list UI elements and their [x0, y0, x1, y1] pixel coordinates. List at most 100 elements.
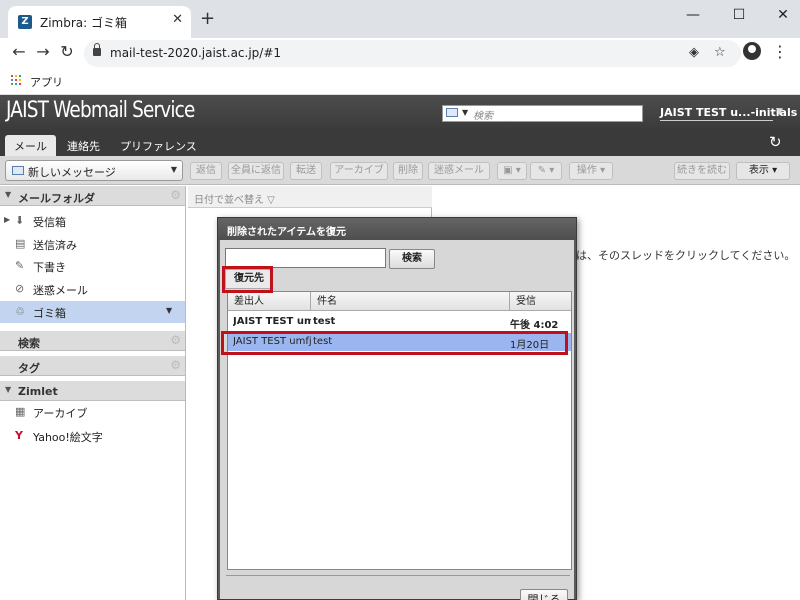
zimlet-label: アーカイブ [33, 407, 88, 420]
forward-button[interactable]: 転送 [290, 162, 322, 180]
tab-contacts[interactable]: 連絡先 [58, 135, 109, 156]
new-message-button[interactable]: 新しいメッセージ ▼ [5, 160, 183, 181]
close-window-button[interactable]: ✕ [768, 4, 798, 26]
browser-tab[interactable]: Z Zimbra: ゴミ箱 ✕ [8, 6, 191, 38]
tab-mail[interactable]: メール [5, 135, 56, 156]
forward-button[interactable]: → [33, 42, 53, 62]
tab-close-icon[interactable]: ✕ [172, 12, 183, 27]
minimize-button[interactable]: — [678, 4, 708, 26]
reply-all-button[interactable]: 全員に返信 [228, 162, 284, 180]
expand-icon[interactable]: ▶ [4, 215, 10, 224]
apps-grid-dot [11, 79, 13, 81]
actions-button[interactable]: 操作 ▾ [569, 162, 613, 180]
list-header: 差出人 件名 受信 [228, 292, 571, 311]
sort-bar[interactable]: 日付で並べ替え ▽ [188, 186, 432, 208]
dialog-title-bar[interactable]: 削除されたアイテムを復元 [218, 218, 576, 240]
move-folder-button[interactable]: ▣ ▾ [497, 162, 527, 180]
dialog-close-button[interactable]: 閉じる [520, 589, 568, 600]
zimlet-header[interactable]: ▼ Zimlet [0, 381, 185, 401]
bookmark-star-icon[interactable]: ☆ [714, 45, 726, 60]
gear-icon[interactable]: ⚙ [170, 358, 181, 372]
folder-dropdown-icon[interactable]: ▼ [166, 306, 172, 315]
folder-label: 迷惑メール [33, 284, 88, 297]
folder-sent[interactable]: ▤ 送信済み [0, 233, 185, 255]
app-tab-bar: メール 連絡先 プリファレンス ↻ [0, 131, 800, 156]
item-from: JAIST TEST umfj00 [233, 316, 311, 327]
zimlet-header-label: Zimlet [18, 385, 58, 398]
browser-tab-strip: Z Zimbra: ゴミ箱 ✕ + — ☐ ✕ [0, 0, 800, 38]
archive-button[interactable]: アーカイブ [330, 162, 388, 180]
search-header-label: 検索 [18, 337, 40, 350]
folder-drafts[interactable]: ✎ 下書き [0, 255, 185, 277]
search-input[interactable]: ▼ 検索 [442, 105, 643, 122]
tag-button[interactable]: ✎ ▾ [530, 162, 562, 180]
spam-button[interactable]: 迷惑メール [428, 162, 490, 180]
envelope-icon [12, 166, 24, 175]
apps-grid-dot [19, 83, 21, 85]
view-button[interactable]: 表示 ▾ [736, 162, 790, 180]
mail-folders-label: メールフォルダ [18, 192, 95, 205]
apps-grid-icon[interactable] [11, 75, 21, 85]
drafts-icon: ✎ [15, 259, 25, 272]
collapse-icon[interactable]: ▼ [5, 190, 11, 199]
apps-grid-dot [15, 75, 17, 77]
browser-toolbar: ← → ↻ mail-test-2020.jaist.ac.jp/#1 ◈ ☆ [0, 38, 800, 68]
reading-pane-hint: は、そのスレッドをクリックしてください。 [576, 249, 796, 262]
junk-icon: ⊘ [15, 282, 25, 295]
zimlet-yahoo-emoji[interactable]: Y Yahoo!絵文字 [0, 425, 185, 447]
tags-header[interactable]: タグ ⚙ [0, 356, 185, 376]
dialog-body: 検索 復元先 差出人 件名 受信 JAIST TEST umfj00 test … [220, 240, 574, 600]
mail-type-icon[interactable] [446, 108, 458, 117]
delete-button[interactable]: 削除 [393, 162, 423, 180]
new-message-label: 新しいメッセージ [28, 166, 116, 179]
deleted-items-list: 差出人 件名 受信 JAIST TEST umfj00 test 午後 4:02… [227, 291, 572, 570]
search-header[interactable]: 検索 ⚙ [0, 331, 185, 351]
new-message-dropdown-icon[interactable]: ▼ [171, 165, 177, 174]
back-button[interactable]: ← [9, 42, 29, 62]
install-app-icon[interactable]: ◈ [689, 45, 699, 60]
read-more-button[interactable]: 続きを読む [674, 162, 730, 180]
folder-inbox[interactable]: ▶ ⬇ 受信箱 [0, 210, 185, 232]
folder-junk[interactable]: ⊘ 迷惑メール [0, 278, 185, 300]
browser-menu-icon[interactable]: ⋮ [772, 42, 788, 61]
gear-icon[interactable]: ⚙ [170, 188, 181, 202]
list-item[interactable]: JAIST TEST umfj00 test 午後 4:02 [228, 313, 571, 331]
user-dropdown-icon[interactable]: ▼ [776, 107, 783, 117]
column-from[interactable]: 差出人 [228, 292, 311, 311]
tab-title: Zimbra: ゴミ箱 [40, 16, 128, 30]
column-subject[interactable]: 件名 [311, 292, 510, 311]
folder-trash[interactable]: ♲ ゴミ箱 ▼ [0, 301, 185, 323]
reply-button[interactable]: 返信 [190, 162, 222, 180]
address-bar[interactable]: mail-test-2020.jaist.ac.jp/#1 ◈ ☆ [84, 40, 741, 67]
search-type-dropdown-icon[interactable]: ▼ [462, 108, 468, 117]
collapse-icon[interactable]: ▼ [5, 385, 11, 394]
list-item-selected[interactable]: JAIST TEST umfj00 test 1月20日 [228, 333, 571, 351]
column-received[interactable]: 受信 [510, 292, 571, 311]
refresh-icon[interactable]: ↻ [769, 133, 782, 151]
gear-icon[interactable]: ⚙ [170, 333, 181, 347]
dialog-search-input[interactable] [225, 248, 386, 268]
lock-icon [93, 43, 101, 56]
restore-to-button[interactable]: 復元先 [225, 269, 273, 289]
profile-avatar[interactable] [743, 42, 761, 60]
folder-label: ゴミ箱 [33, 307, 66, 320]
folder-tree: ▼ メールフォルダ ⚙ ▶ ⬇ 受信箱 ▤ 送信済み ✎ 下書き ⊘ 迷惑メール… [0, 186, 186, 600]
reload-button[interactable]: ↻ [57, 42, 77, 62]
item-subject: test [313, 316, 336, 327]
dialog-title: 削除されたアイテムを復元 [227, 227, 346, 238]
item-from: JAIST TEST umfj00 [233, 336, 311, 347]
inbox-icon: ⬇ [15, 214, 25, 227]
item-received: 1月20日 [510, 340, 550, 351]
sort-label[interactable]: 日付で並べ替え ▽ [194, 191, 275, 206]
tab-preferences[interactable]: プリファレンス [111, 135, 206, 156]
dialog-search-button[interactable]: 検索 [389, 249, 435, 269]
dialog-separator [226, 575, 570, 576]
yahoo-icon: Y [15, 429, 23, 442]
zimlet-archive[interactable]: ▦ アーカイブ [0, 401, 185, 423]
url-text: mail-test-2020.jaist.ac.jp/#1 [110, 46, 282, 60]
maximize-button[interactable]: ☐ [724, 4, 754, 26]
new-tab-button[interactable]: + [200, 8, 215, 29]
mail-folders-header[interactable]: ▼ メールフォルダ ⚙ [0, 186, 185, 206]
bookmark-apps[interactable]: アプリ [30, 74, 63, 90]
apps-grid-dot [15, 83, 17, 85]
